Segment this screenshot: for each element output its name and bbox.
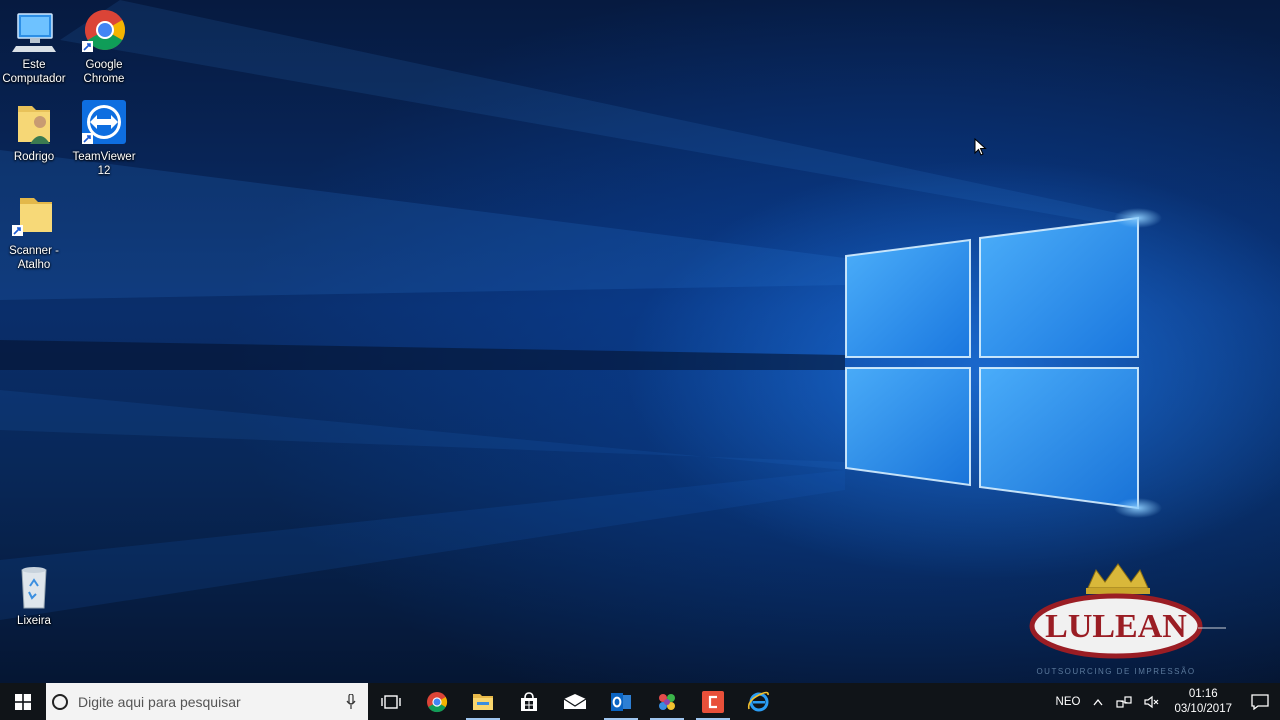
clock-date: 03/10/2017 xyxy=(1174,702,1232,715)
desktop-icon-lixeira[interactable]: Lixeira xyxy=(0,564,70,628)
action-center-button[interactable] xyxy=(1240,683,1280,720)
logo-brand-text: LULEAN xyxy=(1045,608,1187,645)
desktop-icon-label: Rodrigo xyxy=(13,151,55,163)
recycle-bin-icon xyxy=(21,567,47,609)
desktop-icon-scanner[interactable]: Scanner - Atalho xyxy=(0,194,70,272)
mail-icon xyxy=(563,693,587,709)
desktop-icon-teamviewer[interactable]: TeamViewer 12 xyxy=(68,100,140,178)
desktop-icon-label: Lixeira xyxy=(17,615,51,627)
taskbar-outlook-button[interactable] xyxy=(598,683,644,720)
user-folder-icon xyxy=(18,106,50,144)
lulean-logo: LULEAN OUTSOURCING DE IMPRESSÃO xyxy=(1029,563,1226,676)
ime-indicator[interactable]: NEO xyxy=(1056,696,1081,708)
store-icon xyxy=(521,691,537,711)
folder-icon xyxy=(473,693,493,710)
logo-tagline: OUTSOURCING DE IMPRESSÃO xyxy=(1036,667,1195,676)
desktop-icon-label: Scanner - Atalho xyxy=(9,245,59,271)
task-view-icon xyxy=(381,694,401,709)
network-icon[interactable] xyxy=(1116,695,1133,709)
teamviewer-icon xyxy=(82,100,126,144)
desktop[interactable]: Este Computador Google Chrome Rodrigo Te… xyxy=(0,0,1280,683)
clock-time: 01:16 xyxy=(1188,687,1218,700)
volume-muted-icon[interactable] xyxy=(1144,695,1160,709)
search-placeholder: Digite aqui para pesquisar xyxy=(78,693,241,710)
taskbar-store-button[interactable] xyxy=(506,683,552,720)
taskbar-red-app-button[interactable] xyxy=(690,683,736,720)
start-button[interactable] xyxy=(0,683,46,720)
desktop-icon-este-computador[interactable]: Este Computador xyxy=(0,8,70,86)
outlook-icon xyxy=(611,692,631,711)
taskbar-paint-app-button[interactable] xyxy=(644,683,690,720)
mouse-cursor-icon xyxy=(974,138,987,156)
microphone-icon[interactable] xyxy=(346,693,356,710)
desktop-icon-google-chrome[interactable]: Google Chrome xyxy=(68,8,140,86)
notification-icon xyxy=(1251,693,1269,710)
windows-start-icon xyxy=(15,693,31,710)
crown-icon xyxy=(1086,563,1150,594)
system-tray: NEO 01:16 03/10/2017 xyxy=(1050,683,1280,720)
computer-icon xyxy=(12,13,56,52)
folder-shortcut-icon xyxy=(12,198,52,236)
red-app-icon xyxy=(702,690,724,713)
task-view-button[interactable] xyxy=(368,683,414,720)
taskbar-file-explorer-button[interactable] xyxy=(460,683,506,720)
desktop-icon-label: TeamViewer 12 xyxy=(72,151,136,177)
chrome-icon xyxy=(427,691,448,712)
desktop-icon-label: Google Chrome xyxy=(83,59,125,85)
desktop-icon-rodrigo[interactable]: Rodrigo xyxy=(0,100,70,164)
chrome-icon xyxy=(82,10,125,52)
taskbar-mail-button[interactable] xyxy=(552,683,598,720)
taskbar-chrome-button[interactable] xyxy=(414,683,460,720)
overflow-chevron-icon[interactable] xyxy=(1092,697,1104,707)
palette-app-icon xyxy=(659,693,675,710)
taskbar-search-box[interactable]: Digite aqui para pesquisar xyxy=(46,683,368,720)
desktop-icon-label: Este Computador xyxy=(2,59,66,85)
taskbar-clock[interactable]: 01:16 03/10/2017 xyxy=(1174,687,1232,717)
taskbar: Digite aqui para pesquisar NEO 01:16 03/… xyxy=(0,683,1280,720)
taskbar-internet-explorer-button[interactable] xyxy=(736,683,782,720)
cortana-icon xyxy=(52,693,68,710)
internet-explorer-icon xyxy=(747,691,769,711)
